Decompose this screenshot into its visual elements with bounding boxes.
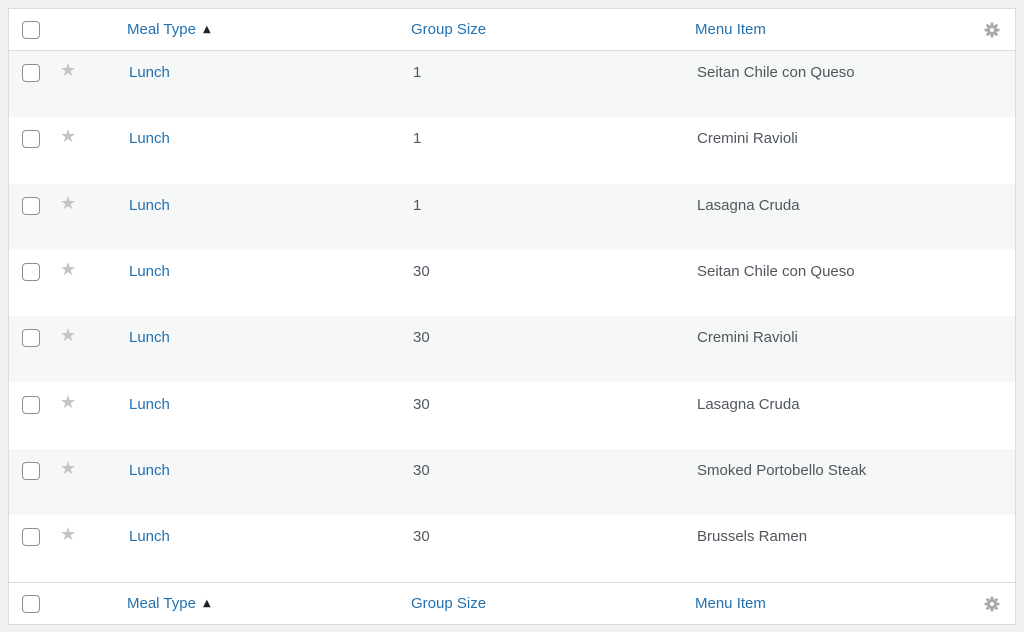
table-row: ★ Lunch 30 Smoked Portobello Steak: [9, 448, 1015, 515]
row-checkbox[interactable]: [22, 461, 40, 480]
cell-menu-item: Cremini Ravioli: [697, 329, 798, 347]
column-footer-group-size[interactable]: Group Size: [411, 595, 486, 613]
table-row: ★ Lunch 30 Cremini Ravioli: [9, 316, 1015, 383]
cell-group-size: 1: [413, 130, 422, 148]
cell-menu-item: Cremini Ravioli: [697, 130, 798, 148]
cell-group-size: 30: [413, 395, 430, 413]
select-all-checkbox[interactable]: [22, 21, 40, 39]
cell-menu-item: Lasagna Cruda: [697, 395, 800, 413]
star-icon[interactable]: ★: [60, 526, 76, 544]
cell-meal-type[interactable]: Lunch: [129, 462, 170, 480]
star-icon[interactable]: ★: [60, 260, 76, 279]
sort-ascending-icon: ▲: [202, 598, 211, 609]
cell-menu-item: Seitan Chile con Queso: [697, 262, 855, 280]
table-row: ★ Lunch 1 Cremini Ravioli: [9, 117, 1015, 183]
star-icon[interactable]: ★: [60, 459, 76, 478]
star-icon[interactable]: ★: [60, 327, 76, 345]
row-checkbox[interactable]: [22, 64, 40, 82]
cell-group-size: 30: [413, 329, 430, 347]
gear-icon[interactable]: [984, 596, 1000, 612]
cell-menu-item: Lasagna Cruda: [697, 196, 800, 214]
select-all-checkbox-footer[interactable]: [22, 595, 40, 613]
cell-meal-type[interactable]: Lunch: [129, 64, 170, 82]
column-footer-menu-item[interactable]: Menu Item: [695, 595, 766, 613]
table-row: ★ Lunch 30 Lasagna Cruda: [9, 383, 1015, 449]
cell-group-size: 1: [413, 64, 422, 81]
star-icon[interactable]: ★: [60, 194, 76, 213]
column-header-label: Meal Type: [127, 21, 196, 38]
row-checkbox[interactable]: [22, 130, 40, 149]
cell-meal-type[interactable]: Lunch: [129, 130, 170, 148]
cell-meal-type[interactable]: Lunch: [129, 528, 170, 546]
cell-menu-item: Seitan Chile con Queso: [697, 64, 855, 81]
table-row: ★ Lunch 30 Seitan Chile con Queso: [9, 250, 1015, 316]
column-header-menu-item[interactable]: Menu Item: [695, 21, 766, 39]
row-checkbox[interactable]: [22, 262, 40, 281]
column-header-group-size[interactable]: Group Size: [411, 21, 486, 39]
cell-group-size: 30: [413, 528, 430, 546]
column-footer-label: Meal Type: [127, 595, 196, 612]
cell-group-size: 1: [413, 196, 422, 214]
table-row: ★ Lunch 30 Brussels Ramen: [9, 515, 1015, 581]
cell-group-size: 30: [413, 262, 430, 280]
row-checkbox[interactable]: [22, 528, 40, 547]
cell-meal-type[interactable]: Lunch: [129, 263, 170, 281]
star-icon[interactable]: ★: [60, 62, 76, 80]
sort-ascending-icon: ▲: [202, 24, 211, 35]
cell-menu-item: Brussels Ramen: [697, 528, 808, 546]
cell-group-size: 30: [413, 461, 430, 479]
cell-meal-type[interactable]: Lunch: [129, 396, 170, 414]
star-icon[interactable]: ★: [60, 393, 76, 412]
column-header-meal-type[interactable]: Meal Type ▲: [127, 21, 211, 39]
star-icon[interactable]: ★: [60, 128, 76, 146]
table-row: ★ Lunch 1 Seitan Chile con Queso: [9, 51, 1015, 117]
row-checkbox[interactable]: [22, 395, 40, 414]
table-row: ★ Lunch 1 Lasagna Cruda: [9, 183, 1015, 250]
column-footer-meal-type[interactable]: Meal Type ▲: [127, 595, 211, 613]
row-checkbox[interactable]: [22, 196, 40, 215]
row-checkbox[interactable]: [22, 329, 40, 348]
meal-table: Meal Type ▲ Group Size Menu Item ★ Lunch 1 S…: [8, 8, 1016, 625]
cell-meal-type[interactable]: Lunch: [129, 197, 170, 215]
gear-icon[interactable]: [984, 22, 1000, 38]
table-header: Meal Type ▲ Group Size Menu Item: [9, 9, 1015, 51]
cell-meal-type[interactable]: Lunch: [129, 329, 170, 347]
cell-menu-item: Smoked Portobello Steak: [697, 461, 867, 479]
table-footer: Meal Type ▲ Group Size Menu Item: [9, 582, 1015, 624]
